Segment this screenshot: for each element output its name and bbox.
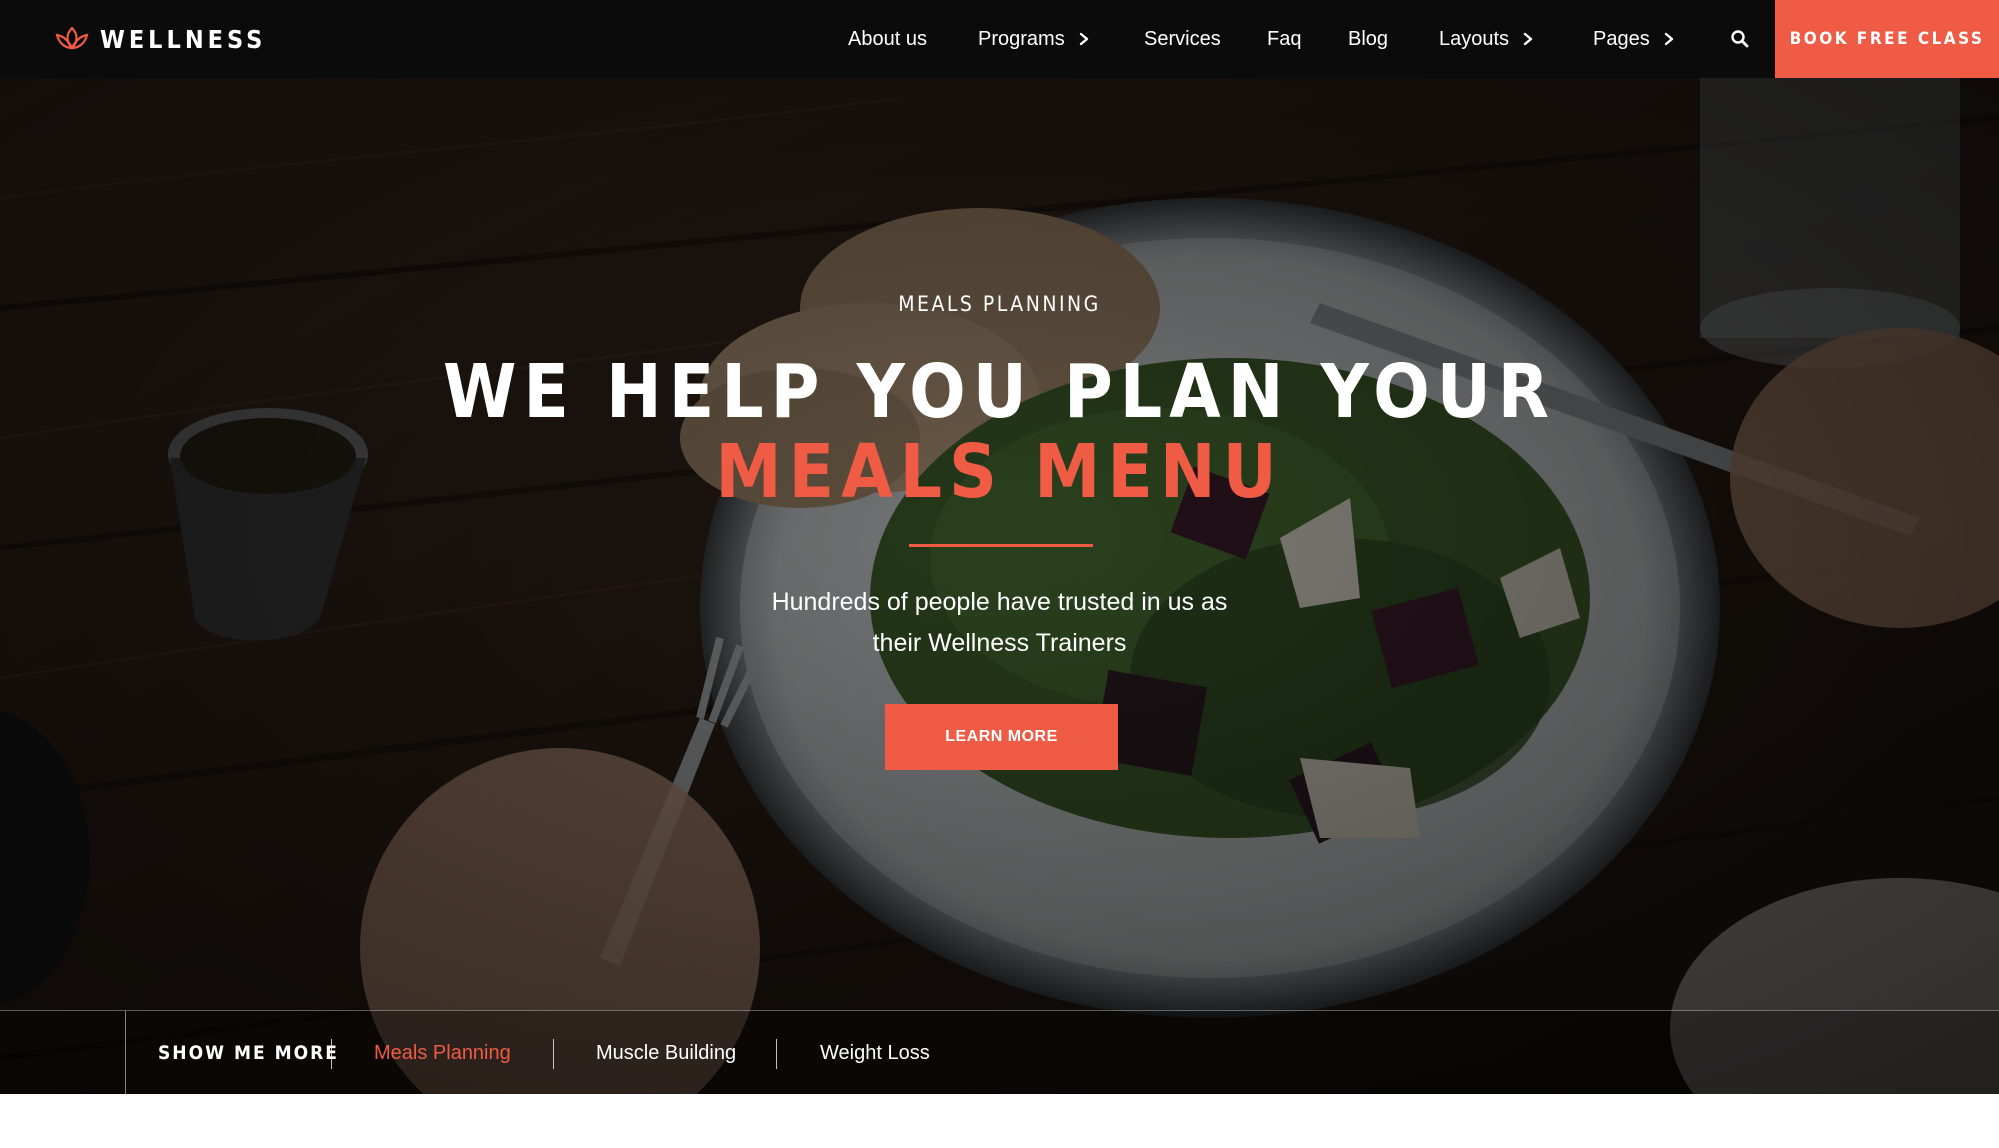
nav-item-label: About us	[848, 27, 927, 50]
show-more-label: SHOW ME MORE	[158, 1042, 339, 1064]
hero-headline-line1: WE HELP YOU PLAN YOUR	[442, 349, 1557, 435]
chevron-right-icon	[1523, 32, 1533, 46]
nav-item-label: Blog	[1348, 27, 1389, 50]
top-navbar: WELLNESS About us Programs Services Faq …	[0, 0, 1999, 78]
hero-section: MEALS PLANNING WE HELP YOU PLAN YOUR MEA…	[0, 78, 1999, 1094]
brand-logo[interactable]: WELLNESS	[54, 22, 266, 56]
nav-item-label: Layouts	[1439, 27, 1510, 50]
brand-name: WELLNESS	[100, 24, 267, 54]
search-icon[interactable]	[1730, 29, 1750, 49]
hero-subtitle: Hundreds of people have trusted in us as…	[0, 582, 1999, 664]
book-free-class-button[interactable]: BOOK FREE CLASS	[1775, 0, 1999, 78]
nav-item-label: Services	[1144, 27, 1221, 50]
lotus-icon	[55, 26, 89, 50]
nav-item-layouts[interactable]: Layouts	[1439, 0, 1535, 78]
nav-item-label: Programs	[978, 27, 1065, 50]
hero-headline-line2: MEALS MENU	[715, 429, 1284, 515]
show-more-bar: SHOW ME MORE Meals Planning Muscle Build…	[0, 1010, 1999, 1094]
nav-item-faq[interactable]: Faq	[1267, 0, 1301, 78]
tab-muscle-building[interactable]: Muscle Building	[596, 1011, 736, 1094]
tab-separator	[776, 1039, 777, 1069]
hero-eyebrow: MEALS PLANNING	[898, 292, 1101, 316]
tab-separator	[553, 1039, 554, 1069]
nav-item-pages[interactable]: Pages	[1593, 0, 1676, 78]
hero-subtitle-line1: Hundreds of people have trusted in us as	[771, 588, 1228, 616]
nav-item-about-us[interactable]: About us	[848, 0, 927, 78]
tab-meals-planning[interactable]: Meals Planning	[374, 1011, 511, 1094]
show-more-divider	[125, 1011, 126, 1094]
headline-underline	[909, 544, 1093, 547]
hero-subtitle-line2: their Wellness Trainers	[872, 629, 1127, 657]
chevron-right-icon	[1664, 32, 1673, 46]
nav-item-label: Pages	[1593, 27, 1650, 50]
hero-content: MEALS PLANNING WE HELP YOU PLAN YOUR MEA…	[0, 78, 1999, 1094]
nav-item-label: Faq	[1267, 27, 1302, 50]
tab-weight-loss[interactable]: Weight Loss	[820, 1011, 930, 1094]
tab-separator	[331, 1039, 332, 1069]
chevron-right-icon	[1079, 32, 1088, 46]
nav-item-services[interactable]: Services	[1144, 0, 1221, 78]
learn-more-button[interactable]: LEARN MORE	[885, 704, 1118, 770]
nav-item-programs[interactable]: Programs	[978, 0, 1091, 78]
nav-item-blog[interactable]: Blog	[1348, 0, 1388, 78]
